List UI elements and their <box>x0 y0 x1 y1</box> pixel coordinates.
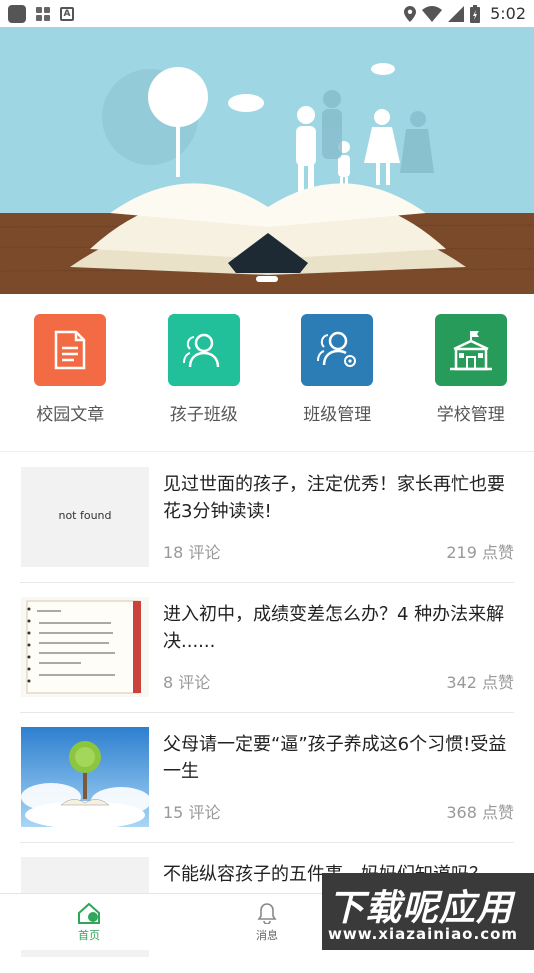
article-comment-count: 15 评论 <box>163 799 220 823</box>
battery-icon <box>470 5 480 23</box>
article-title: 父母请一定要“逼”孩子养成这6个习惯!受益一生 <box>163 731 513 785</box>
article-like-count: 368 点赞 <box>446 799 514 823</box>
carousel-indicator[interactable] <box>256 276 278 282</box>
quick-nav-label: 孩子班级 <box>170 400 238 425</box>
article-comment-count: 18 评论 <box>163 539 220 563</box>
document-icon <box>34 314 106 386</box>
users-settings-icon <box>301 314 373 386</box>
watermark-logo: 下载呢应用 www.xiazainiao.com <box>322 873 534 950</box>
article-item[interactable]: 父母请一定要“逼”孩子养成这6个习惯!受益一生 15 评论 368 点赞 <box>20 713 514 843</box>
quick-nav: 校园文章 孩子班级 班级管理 学校管理 <box>0 294 534 452</box>
home-icon <box>77 902 101 924</box>
article-thumbnail <box>21 597 149 697</box>
article-thumbnail: not found <box>21 467 149 567</box>
article-title: 进入初中，成绩变差怎么办？4 种办法来解决...... <box>163 601 513 655</box>
article-like-count: 219 点赞 <box>446 539 514 563</box>
article-comment-count: 8 评论 <box>163 669 210 693</box>
thumbnail-placeholder-text: not found <box>21 509 149 522</box>
quick-nav-school-management[interactable]: 学校管理 <box>408 294 534 451</box>
nav-home[interactable]: 首页 <box>0 894 178 950</box>
article-item[interactable]: not found 见过世面的孩子，注定优秀！家长再忙也要花3分钟读读! 18 … <box>20 453 514 583</box>
quick-nav-label: 班级管理 <box>303 400 371 425</box>
article-item[interactable]: 进入初中，成绩变差怎么办？4 种办法来解决...... 8 评论 342 点赞 <box>20 583 514 713</box>
banner-illustration <box>0 27 534 294</box>
tree-book-image <box>21 727 149 827</box>
signal-icon <box>448 6 464 22</box>
status-bar: A 5:02 <box>0 0 534 27</box>
watermark-url: www.xiazainiao.com <box>328 925 518 943</box>
nav-home-label: 首页 <box>78 927 100 943</box>
location-icon <box>404 6 416 22</box>
bell-icon <box>256 902 278 924</box>
app-notification-icon <box>8 5 26 23</box>
nav-messages-label: 消息 <box>256 927 278 943</box>
quick-nav-child-class[interactable]: 孩子班级 <box>141 294 268 451</box>
clock: 5:02 <box>490 4 526 23</box>
font-notification-icon: A <box>60 7 74 21</box>
quick-nav-campus-articles[interactable]: 校园文章 <box>7 294 134 451</box>
notebook-image <box>21 597 149 697</box>
banner-carousel[interactable] <box>0 27 534 294</box>
quick-nav-label: 学校管理 <box>437 400 505 425</box>
article-thumbnail <box>21 727 149 827</box>
watermark-title: 下载呢应用 <box>328 879 513 931</box>
article-title: 见过世面的孩子，注定优秀！家长再忙也要花3分钟读读! <box>163 471 513 525</box>
wifi-icon <box>422 6 442 22</box>
school-icon <box>435 314 507 386</box>
quick-nav-label: 校园文章 <box>36 400 104 425</box>
article-like-count: 342 点赞 <box>446 669 514 693</box>
users-icon <box>168 314 240 386</box>
grid-notification-icon <box>36 7 50 21</box>
quick-nav-class-management[interactable]: 班级管理 <box>274 294 401 451</box>
